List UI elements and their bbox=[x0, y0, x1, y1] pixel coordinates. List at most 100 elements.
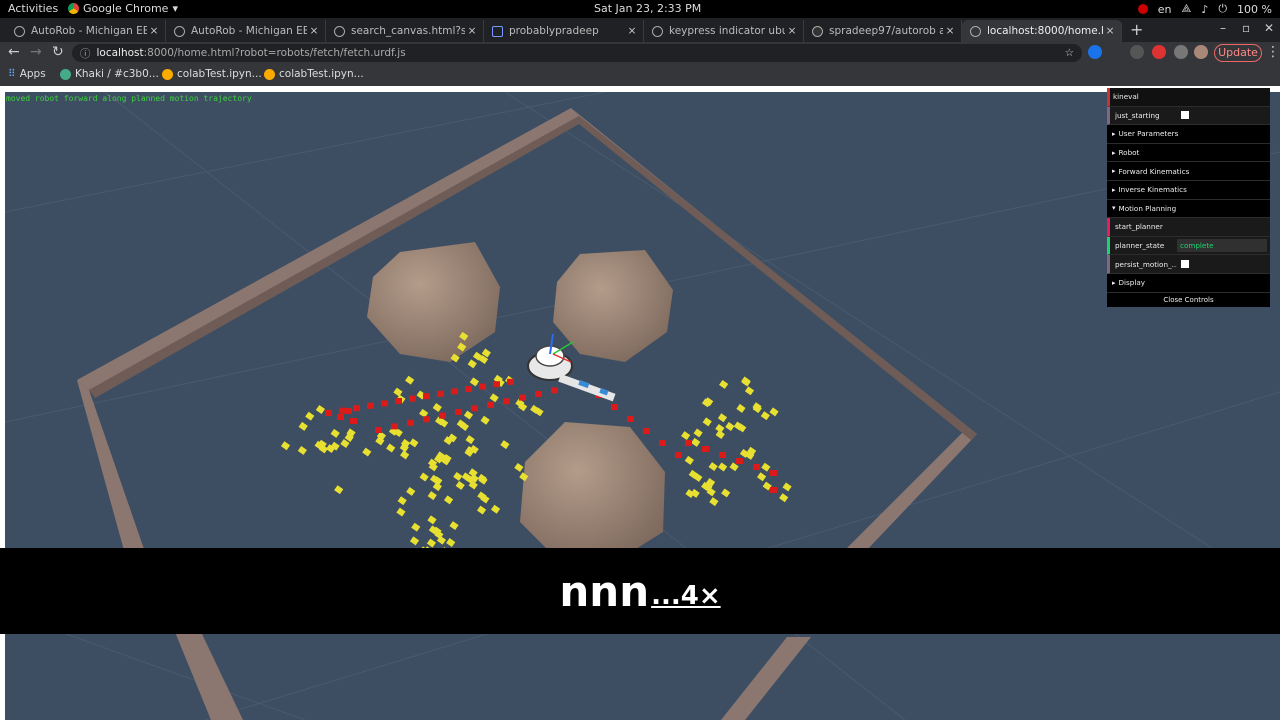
bookmark-star-icon[interactable]: ☆ bbox=[1065, 47, 1074, 59]
tree-node bbox=[280, 441, 291, 451]
path-node bbox=[611, 404, 618, 410]
activities-button[interactable]: Activities bbox=[8, 2, 58, 15]
browser-tab[interactable]: AutoRob - Michigan EECS × bbox=[6, 20, 166, 42]
close-controls-button[interactable]: Close Controls bbox=[1107, 292, 1270, 307]
maximize-window-button[interactable]: ▫ bbox=[1242, 21, 1250, 35]
controls-panel[interactable]: kineval just_starting User Parameters Ro… bbox=[1107, 88, 1270, 307]
tree-node bbox=[406, 486, 416, 496]
just-starting-checkbox[interactable] bbox=[1181, 111, 1189, 120]
browser-tab[interactable]: search_canvas.html?sear × bbox=[326, 20, 484, 42]
bookmark-apps[interactable]: ⠿ Apps bbox=[8, 68, 46, 80]
clock[interactable]: Sat Jan 23, 2:33 PM bbox=[594, 2, 701, 15]
tree-node bbox=[432, 482, 442, 492]
planner-state-field[interactable]: planner_state complete bbox=[1107, 236, 1270, 256]
path-node bbox=[437, 390, 444, 397]
tab-close-icon[interactable]: × bbox=[307, 25, 321, 37]
folder-user-parameters[interactable]: User Parameters bbox=[1107, 125, 1270, 144]
persist-motion-checkbox[interactable] bbox=[1181, 260, 1189, 269]
tab-close-icon[interactable]: × bbox=[785, 25, 799, 37]
volume-icon: ♪ bbox=[1201, 2, 1209, 16]
system-tray[interactable]: en ⟁ ♪ ⏻ 100 % bbox=[1137, 2, 1272, 16]
chevron-down-icon: ▾ bbox=[172, 2, 178, 15]
tree-node bbox=[467, 359, 477, 369]
path-node bbox=[753, 464, 760, 470]
browser-tab[interactable]: AutoRob - Michigan EECS × bbox=[166, 20, 326, 42]
google-icon bbox=[652, 25, 663, 37]
path-node bbox=[423, 393, 430, 400]
folder-robot[interactable]: Robot bbox=[1107, 143, 1270, 163]
language-indicator[interactable]: en bbox=[1158, 3, 1172, 16]
extension-shield-icon[interactable] bbox=[1130, 45, 1144, 59]
tree-node bbox=[443, 495, 454, 505]
extension-plus-icon[interactable] bbox=[1088, 45, 1102, 59]
path-node bbox=[675, 452, 682, 458]
tab-close-icon[interactable]: × bbox=[1103, 25, 1117, 37]
info-icon[interactable]: ⓘ bbox=[80, 46, 91, 61]
app-name-label: Google Chrome bbox=[83, 2, 169, 15]
tab-close-icon[interactable]: × bbox=[943, 25, 957, 37]
tree-node bbox=[681, 431, 691, 441]
profile-avatar[interactable] bbox=[1194, 45, 1208, 59]
path-node bbox=[345, 408, 352, 414]
bookmark-item[interactable]: colabTest.ipyn... bbox=[162, 68, 262, 80]
globe-icon bbox=[970, 25, 981, 37]
path-node bbox=[455, 409, 462, 415]
planner-state-input[interactable]: complete bbox=[1177, 239, 1267, 253]
new-tab-button[interactable]: + bbox=[1130, 20, 1143, 39]
tree-node bbox=[725, 422, 735, 431]
tab-close-icon[interactable]: × bbox=[147, 25, 161, 37]
tree-node bbox=[757, 472, 767, 482]
app-menu[interactable]: Google Chrome ▾ bbox=[68, 2, 178, 15]
close-window-button[interactable]: ✕ bbox=[1264, 21, 1274, 35]
browser-tab-active[interactable]: localhost:8000/home.htm × bbox=[962, 20, 1122, 42]
tree-node bbox=[427, 515, 437, 525]
minimize-window-button[interactable]: – bbox=[1220, 21, 1226, 35]
puzzle-icon[interactable] bbox=[1174, 45, 1188, 59]
bookmark-item[interactable]: Khaki / #c3b0... bbox=[60, 68, 159, 80]
path-node bbox=[627, 416, 634, 422]
browser-tab[interactable]: probablypradeep × bbox=[484, 20, 644, 42]
gui-title: kineval bbox=[1107, 88, 1270, 107]
start-planner-button[interactable]: start_planner bbox=[1107, 218, 1270, 237]
bookmark-item[interactable]: colabTest.ipyn... bbox=[264, 68, 364, 80]
folder-motion-planning[interactable]: Motion Planning bbox=[1107, 199, 1270, 219]
persist-motion-toggle[interactable]: persist_motion_... bbox=[1107, 255, 1270, 274]
path-node bbox=[451, 388, 458, 395]
tree-node bbox=[405, 375, 415, 385]
tree-node bbox=[684, 455, 694, 465]
path-node bbox=[487, 401, 494, 408]
browser-tab[interactable]: keypress indicator ubunt × bbox=[644, 20, 804, 42]
path-node bbox=[337, 414, 344, 420]
forward-button[interactable]: → bbox=[30, 44, 42, 60]
back-button[interactable]: ← bbox=[8, 44, 20, 60]
folder-inverse-kinematics[interactable]: Inverse Kinematics bbox=[1107, 180, 1270, 200]
just-starting-toggle[interactable]: just_starting bbox=[1107, 106, 1270, 126]
path-node bbox=[367, 402, 374, 409]
browser-toolbar: ← → ↻ ⓘ localhost:8000/home.html?robot=r… bbox=[0, 42, 1280, 64]
browser-tab[interactable]: spradeep97/autorob at p × bbox=[804, 20, 962, 42]
folder-forward-kinematics[interactable]: Forward Kinematics bbox=[1107, 162, 1270, 181]
record-icon bbox=[1137, 4, 1148, 14]
extension-record-icon[interactable] bbox=[1152, 45, 1166, 59]
tree-node bbox=[446, 538, 456, 547]
path-node bbox=[375, 427, 382, 433]
colab-icon bbox=[264, 68, 275, 80]
power-icon: ⏻ bbox=[1218, 2, 1228, 15]
update-button[interactable]: Update bbox=[1214, 44, 1262, 62]
bookmarks-bar: ⠿ Apps Khaki / #c3b0... colabTest.ipyn..… bbox=[0, 64, 1280, 86]
path-node bbox=[407, 419, 414, 426]
tab-close-icon[interactable]: × bbox=[465, 25, 479, 37]
tree-node bbox=[315, 405, 326, 414]
menu-kebab-icon[interactable]: ⋮ bbox=[1266, 44, 1280, 60]
tree-node bbox=[298, 421, 308, 431]
tree-node bbox=[397, 496, 407, 506]
path-node bbox=[465, 386, 472, 392]
address-bar[interactable]: ⓘ localhost:8000/home.html?robot=robots/… bbox=[72, 44, 1082, 62]
tab-close-icon[interactable]: × bbox=[625, 25, 639, 37]
tree-node bbox=[717, 413, 728, 423]
tree-node bbox=[761, 462, 771, 472]
folder-display[interactable]: Display bbox=[1107, 273, 1270, 293]
reload-button[interactable]: ↻ bbox=[52, 44, 64, 60]
tree-node bbox=[480, 415, 490, 425]
tree-node bbox=[297, 445, 307, 455]
